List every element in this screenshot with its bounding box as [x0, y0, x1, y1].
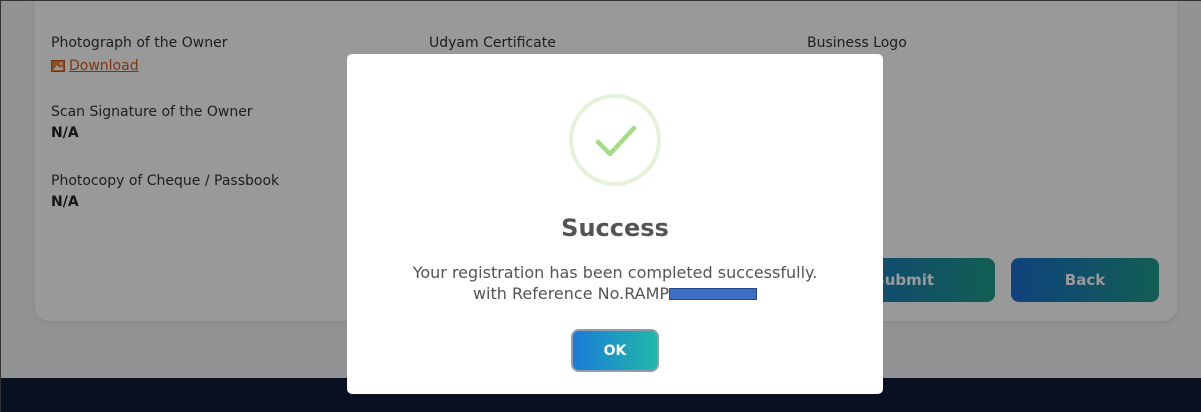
ok-button[interactable]: OK	[571, 329, 659, 372]
dialog-message-line2-wrap: with Reference No.RAMP	[347, 283, 883, 304]
dialog-title: Success	[561, 214, 669, 242]
dialog-message-line2: with Reference No.RAMP	[472, 284, 670, 303]
success-icon-ring	[569, 94, 661, 186]
success-dialog: Success Your registration has been compl…	[347, 54, 883, 394]
redacted-reference-number	[669, 288, 758, 300]
dialog-message: Your registration has been completed suc…	[347, 262, 883, 304]
dialog-message-line1: Your registration has been completed suc…	[412, 263, 818, 282]
checkmark-icon	[595, 125, 637, 157]
